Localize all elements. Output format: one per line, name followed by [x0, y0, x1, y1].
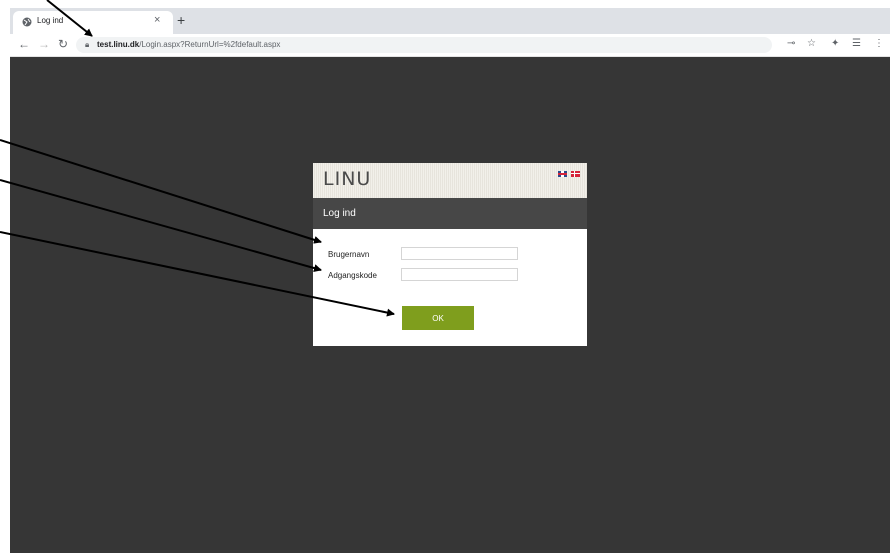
url-path: /Login.aspx?ReturnUrl=%2fdefault.aspx	[139, 40, 281, 49]
login-heading-bar: Log ind	[313, 198, 587, 229]
ok-button[interactable]: OK	[402, 306, 474, 330]
star-icon[interactable]: ☆	[807, 38, 816, 49]
lock-icon: 🔒︎	[85, 40, 90, 49]
extensions-icon[interactable]: ✦	[831, 38, 839, 49]
globe-icon	[22, 17, 32, 27]
uk-flag-icon[interactable]	[558, 171, 567, 177]
back-icon[interactable]: ←	[18, 37, 30, 51]
forward-icon[interactable]: →	[38, 37, 50, 51]
reading-list-icon[interactable]: ☰	[852, 38, 861, 49]
browser-toolbar: ← → ↻ 🔒︎ test.linu.dk/Login.aspx?ReturnU…	[10, 34, 890, 57]
menu-icon[interactable]: ⋮	[874, 38, 884, 49]
username-field[interactable]	[401, 247, 518, 260]
linu-logo: LINU	[323, 168, 372, 190]
page-viewport: LINU Log ind Brugernavn Adgangskode OK	[10, 57, 890, 553]
reload-icon[interactable]: ↻	[58, 37, 68, 51]
browser-tab-strip: Log ind × +	[10, 8, 890, 34]
login-heading: Log ind	[323, 208, 356, 219]
key-icon[interactable]: ⊸	[787, 38, 795, 49]
address-bar[interactable]: 🔒︎ test.linu.dk/Login.aspx?ReturnUrl=%2f…	[76, 37, 772, 53]
password-field[interactable]	[401, 268, 518, 281]
new-tab-button[interactable]: +	[177, 12, 185, 28]
username-label: Brugernavn	[328, 250, 370, 259]
login-header: LINU	[313, 163, 587, 198]
tab-title: Log ind	[37, 16, 64, 25]
login-dialog: LINU Log ind Brugernavn Adgangskode OK	[313, 163, 587, 346]
password-label: Adgangskode	[328, 271, 377, 280]
url-text: test.linu.dk/Login.aspx?ReturnUrl=%2fdef…	[97, 40, 280, 49]
danish-flag-icon[interactable]	[571, 171, 580, 177]
browser-tab[interactable]: Log ind ×	[13, 11, 173, 34]
close-tab-icon[interactable]: ×	[154, 14, 160, 26]
url-host: test.linu.dk	[97, 40, 140, 49]
